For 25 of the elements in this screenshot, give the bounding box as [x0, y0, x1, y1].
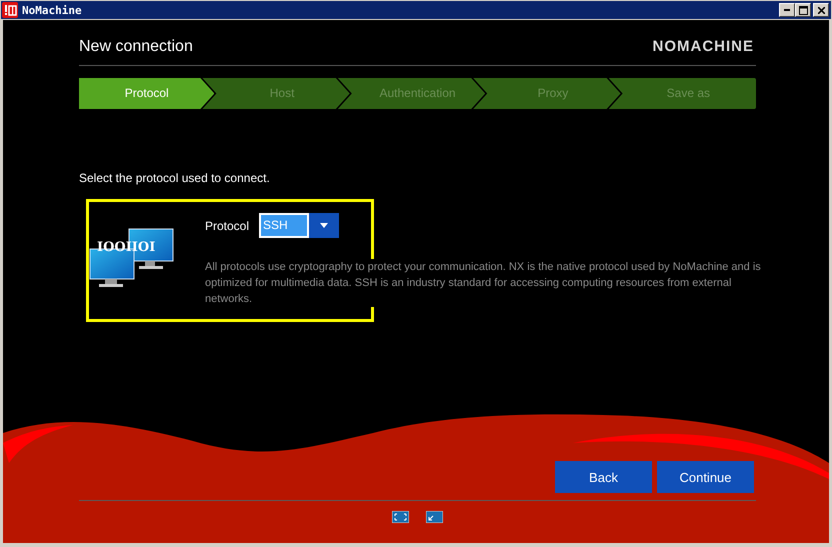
- close-icon: [818, 6, 824, 14]
- description-text: All protocols use cryptography to protect your communication. NX is the native protocol used by NoMachine and is optimized for multimedia data. SSH is an industry standard for accessing computing resources from external networks.: [205, 259, 761, 307]
- step-tab[interactable]: Authentication: [338, 78, 486, 109]
- resize-icon[interactable]: [426, 511, 443, 523]
- window-title: NoMachine: [22, 4, 83, 16]
- step-tab[interactable]: Host: [202, 78, 350, 109]
- step-tab[interactable]: Proxy: [473, 78, 621, 109]
- protocol-label: Protocol: [205, 218, 250, 232]
- close-button[interactable]: [813, 3, 829, 17]
- caret-icon: [320, 223, 328, 228]
- brand-logo: NOMACHINE: [652, 38, 754, 57]
- computers-icon: [89, 227, 175, 289]
- maximize-icon: [798, 6, 808, 14]
- maximize-button[interactable]: [795, 3, 811, 17]
- app-logo-icon: [2, 2, 18, 18]
- step-tab[interactable]: Save as: [608, 78, 756, 109]
- instruction-text: Select the protocol used to connect.: [79, 171, 271, 185]
- protocol-dropdown[interactable]: SSH: [259, 213, 340, 238]
- minimize-button[interactable]: [779, 3, 795, 17]
- minimize-icon: [784, 9, 790, 11]
- nav-button[interactable]: Back: [555, 461, 652, 493]
- step-tab[interactable]: Protocol: [79, 78, 214, 109]
- fullscreen-icon[interactable]: [392, 511, 409, 523]
- nav-button[interactable]: Continue: [657, 461, 754, 493]
- page-title: New connection: [79, 38, 193, 57]
